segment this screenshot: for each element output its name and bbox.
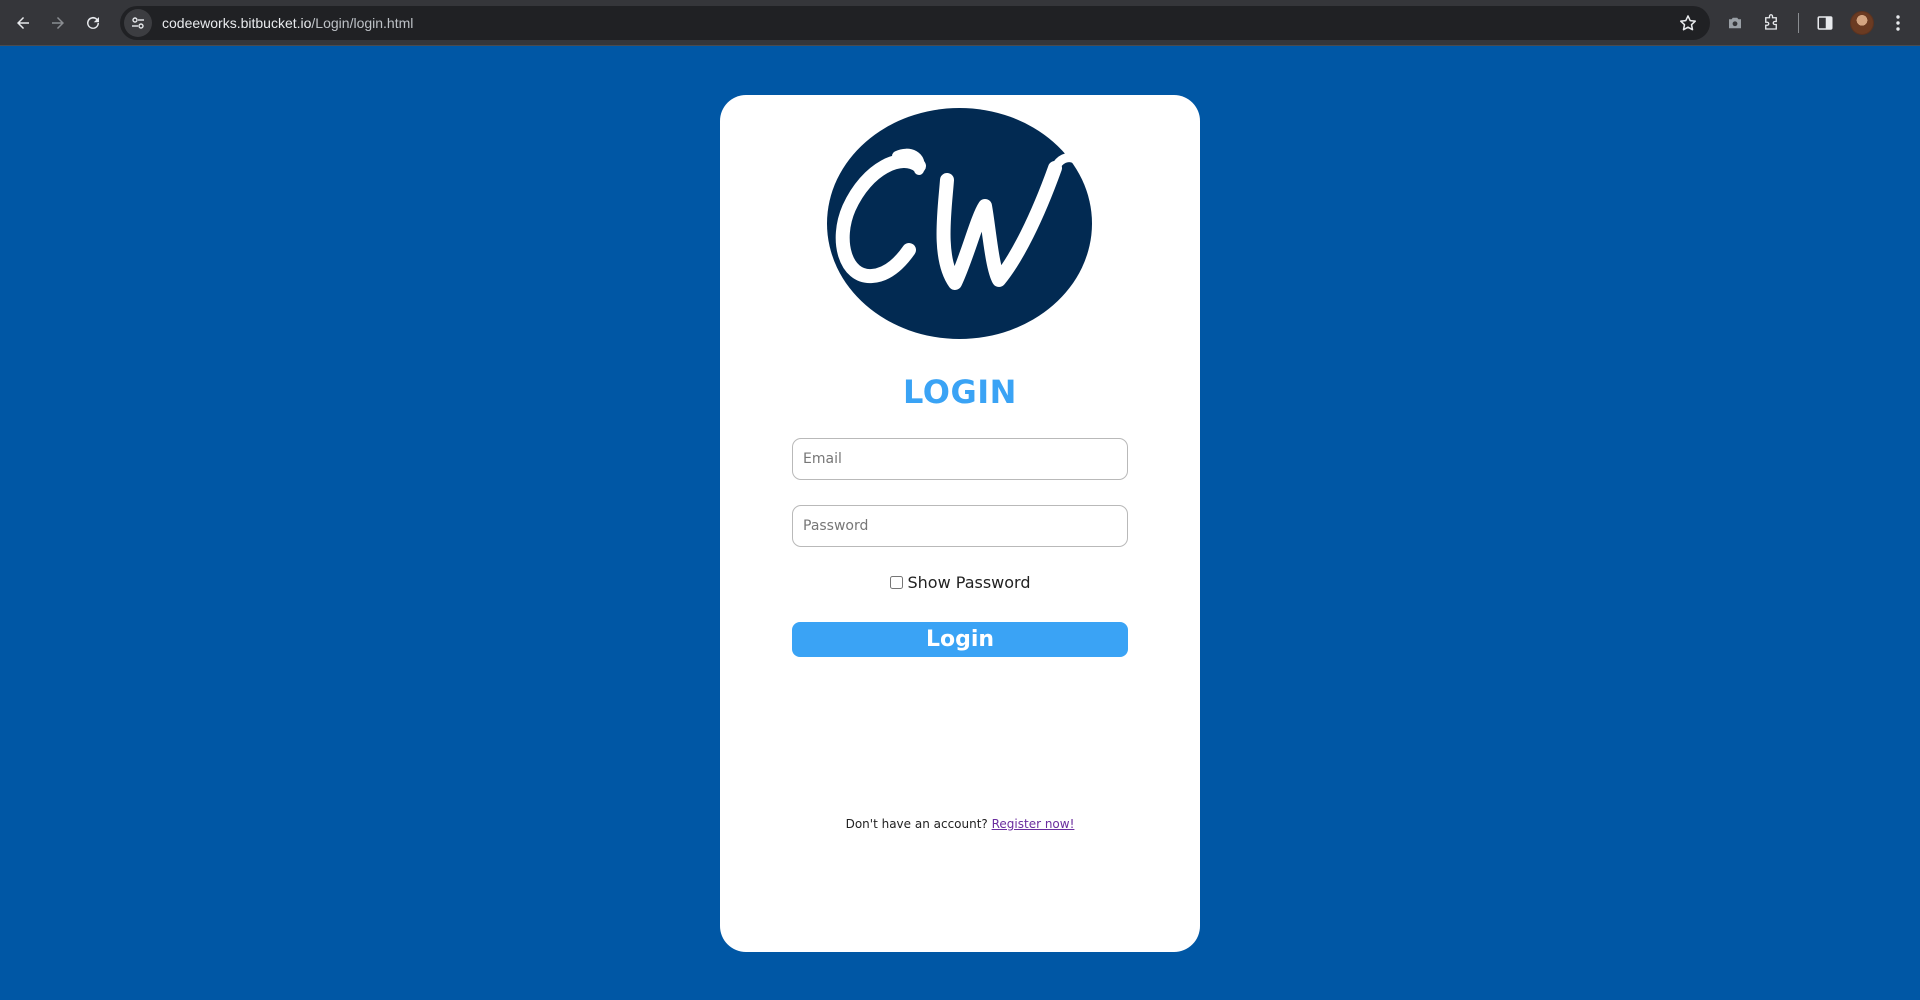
screenshot-button[interactable]	[1722, 10, 1748, 36]
tune-icon	[132, 17, 144, 29]
cw-logo	[827, 108, 1092, 339]
show-password-checkbox[interactable]	[889, 576, 903, 589]
reload-button[interactable]	[78, 8, 108, 38]
camera-icon	[1729, 17, 1741, 29]
password-field[interactable]	[792, 505, 1128, 547]
extensions-button[interactable]	[1758, 10, 1784, 36]
puzzle-icon	[1765, 14, 1777, 30]
forward-arrow-icon	[52, 17, 64, 29]
profile-avatar[interactable]	[1850, 11, 1874, 35]
reload-icon	[87, 16, 99, 29]
browser-toolbar: codeeworks.bitbucket.io/Login/login.html	[0, 0, 1920, 46]
kebab-menu-icon	[1896, 15, 1900, 31]
back-button[interactable]	[8, 8, 38, 38]
back-arrow-icon	[17, 17, 29, 29]
url-host: codeeworks.bitbucket.io	[162, 15, 312, 31]
login-button[interactable]: Login	[792, 622, 1128, 657]
forward-button[interactable]	[43, 8, 73, 38]
login-card: LOGIN Show Password Login Don't have an …	[720, 95, 1200, 952]
show-password-label: Show Password	[907, 573, 1031, 592]
side-panel-button[interactable]	[1812, 10, 1838, 36]
url-text[interactable]: codeeworks.bitbucket.io/Login/login.html	[162, 15, 413, 31]
register-prompt-text: Don't have an account?	[845, 817, 992, 831]
show-password-toggle[interactable]: Show Password	[720, 573, 1200, 592]
login-heading: LOGIN	[903, 373, 1017, 411]
register-prompt: Don't have an account? Register now!	[720, 817, 1200, 831]
url-path: /Login/login.html	[311, 15, 414, 31]
email-field[interactable]	[792, 438, 1128, 480]
menu-button[interactable]	[1885, 10, 1911, 36]
toolbar-divider	[1798, 13, 1799, 33]
register-link[interactable]: Register now!	[992, 817, 1075, 831]
site-info-button[interactable]	[124, 9, 152, 37]
address-bar[interactable]: codeeworks.bitbucket.io/Login/login.html	[120, 6, 1710, 40]
bookmark-star-icon[interactable]	[1678, 13, 1698, 33]
side-panel-icon	[1817, 16, 1833, 30]
